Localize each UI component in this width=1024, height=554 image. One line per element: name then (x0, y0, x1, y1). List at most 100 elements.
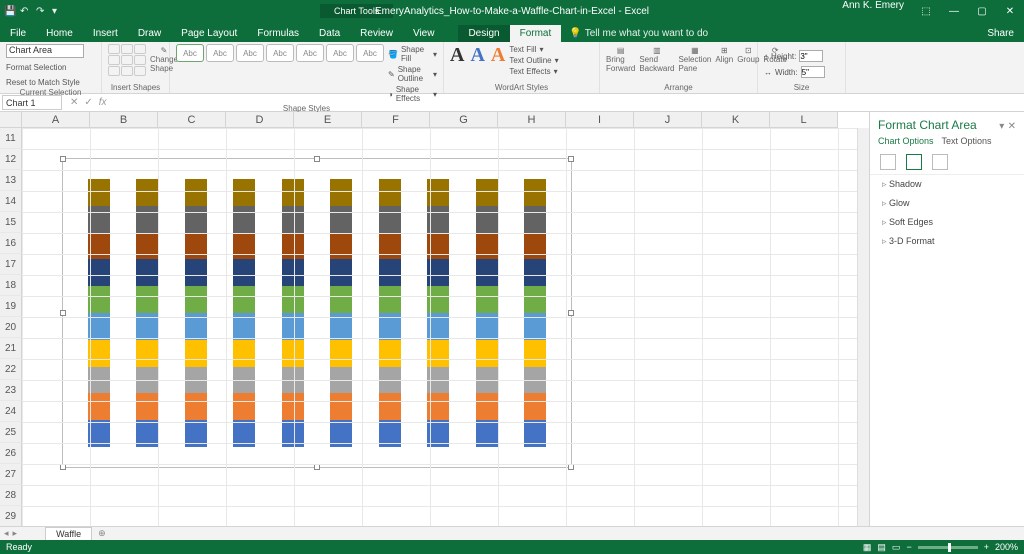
column-headers[interactable]: ABCDEFGHIJKL (22, 112, 838, 128)
chart-options-tab[interactable]: Chart Options (878, 136, 934, 146)
height-input[interactable] (799, 50, 823, 62)
section-3d-format[interactable]: 3-D Format (870, 232, 1024, 251)
col-header-L[interactable]: L (770, 112, 838, 128)
row-header-27[interactable]: 27 (0, 464, 22, 485)
redo-icon[interactable]: ↷ (36, 6, 46, 16)
group-button[interactable]: ⊡Group (737, 44, 759, 64)
tab-review[interactable]: Review (350, 25, 403, 42)
row-header-28[interactable]: 28 (0, 485, 22, 506)
tab-page-layout[interactable]: Page Layout (171, 25, 247, 42)
section-glow[interactable]: Glow (870, 194, 1024, 213)
wordart-style-3[interactable]: A (491, 44, 505, 67)
col-header-J[interactable]: J (634, 112, 702, 128)
row-header-15[interactable]: 15 (0, 212, 22, 233)
section-soft-edges[interactable]: Soft Edges (870, 213, 1024, 232)
view-page-break-icon[interactable]: ▭ (892, 542, 901, 553)
fx-icon[interactable]: fx (99, 97, 107, 108)
effects-tab-icon[interactable] (906, 154, 922, 170)
row-header-13[interactable]: 13 (0, 170, 22, 191)
shape-style-7[interactable]: Abc (356, 44, 384, 62)
row-headers[interactable]: 11121314151617181920212223242526272829 (0, 128, 22, 526)
tab-insert[interactable]: Insert (83, 25, 128, 42)
text-outline-button[interactable]: Text Outline ▾ (509, 55, 558, 66)
zoom-in-button[interactable]: + (984, 542, 989, 552)
row-header-14[interactable]: 14 (0, 191, 22, 212)
section-shadow[interactable]: Shadow (870, 175, 1024, 194)
fill-line-icon[interactable] (880, 154, 896, 170)
bar-column[interactable] (476, 179, 498, 447)
user-name[interactable]: Ann K. Emery (834, 0, 912, 22)
selection-pane-button[interactable]: ▦Selection Pane (678, 44, 711, 73)
col-header-H[interactable]: H (498, 112, 566, 128)
qat-more-icon[interactable]: ▾ (52, 6, 62, 16)
align-button[interactable]: ⊞Align (715, 44, 733, 64)
shape-fill-button[interactable]: 🪣Shape Fill ▾ (388, 44, 437, 64)
zoom-out-button[interactable]: − (906, 542, 911, 552)
sheet-tab-waffle[interactable]: Waffle (45, 527, 92, 541)
tab-file[interactable]: File (0, 25, 36, 42)
shape-outline-button[interactable]: ✎Shape Outline ▾ (388, 64, 437, 84)
row-header-22[interactable]: 22 (0, 359, 22, 380)
enter-formula-icon[interactable]: ✓ (84, 97, 92, 108)
tab-nav-prev-icon[interactable]: ◂ (0, 528, 13, 539)
cancel-formula-icon[interactable]: ✕ (70, 97, 78, 108)
col-header-F[interactable]: F (362, 112, 430, 128)
zoom-slider[interactable] (918, 546, 978, 549)
maximize-button[interactable]: ▢ (968, 0, 996, 22)
row-header-12[interactable]: 12 (0, 149, 22, 170)
minimize-button[interactable]: — (940, 0, 968, 22)
text-options-tab[interactable]: Text Options (942, 136, 992, 146)
col-header-G[interactable]: G (430, 112, 498, 128)
formula-input[interactable] (113, 95, 1024, 110)
view-normal-icon[interactable]: ▦ (863, 542, 872, 553)
tab-view[interactable]: View (403, 25, 445, 42)
shape-style-1[interactable]: Abc (176, 44, 204, 62)
col-header-C[interactable]: C (158, 112, 226, 128)
new-sheet-button[interactable]: ⊕ (92, 528, 112, 539)
tab-draw[interactable]: Draw (128, 25, 171, 42)
share-button[interactable]: Share (977, 25, 1024, 42)
select-all-corner[interactable] (0, 112, 22, 128)
tab-design[interactable]: Design (458, 25, 509, 42)
bar-column[interactable] (330, 179, 352, 447)
size-props-icon[interactable] (932, 154, 948, 170)
ribbon-options-icon[interactable]: ⬚ (912, 0, 940, 22)
tab-nav-next-icon[interactable]: ▸ (13, 528, 18, 539)
text-fill-button[interactable]: Text Fill ▾ (509, 44, 558, 55)
insert-shapes-gallery[interactable] (108, 44, 146, 76)
col-header-E[interactable]: E (294, 112, 362, 128)
row-header-26[interactable]: 26 (0, 443, 22, 464)
send-backward-button[interactable]: ▥Send Backward (639, 44, 674, 73)
row-header-29[interactable]: 29 (0, 506, 22, 526)
bar-column[interactable] (233, 179, 255, 447)
wordart-gallery[interactable]: A A A (450, 44, 505, 67)
col-header-K[interactable]: K (702, 112, 770, 128)
bar-column[interactable] (136, 179, 158, 447)
row-header-21[interactable]: 21 (0, 338, 22, 359)
chart-element-selector[interactable]: Chart Area (6, 44, 84, 58)
row-header-17[interactable]: 17 (0, 254, 22, 275)
shape-style-4[interactable]: Abc (266, 44, 294, 62)
bar-column[interactable] (185, 179, 207, 447)
bar-column[interactable] (88, 179, 110, 447)
close-button[interactable]: ✕ (996, 0, 1024, 22)
shape-styles-gallery[interactable]: Abc Abc Abc Abc Abc Abc Abc (176, 44, 384, 62)
col-header-D[interactable]: D (226, 112, 294, 128)
row-header-19[interactable]: 19 (0, 296, 22, 317)
tab-formulas[interactable]: Formulas (247, 25, 309, 42)
bar-column[interactable] (379, 179, 401, 447)
view-page-layout-icon[interactable]: ▤ (877, 542, 886, 553)
shape-style-6[interactable]: Abc (326, 44, 354, 62)
row-header-23[interactable]: 23 (0, 380, 22, 401)
wordart-style-2[interactable]: A (470, 44, 484, 67)
format-selection-button[interactable]: Format Selection (6, 62, 66, 73)
name-box[interactable]: Chart 1 (2, 95, 62, 110)
row-header-16[interactable]: 16 (0, 233, 22, 254)
col-header-A[interactable]: A (22, 112, 90, 128)
col-header-I[interactable]: I (566, 112, 634, 128)
vertical-scrollbar[interactable] (857, 128, 869, 526)
shape-style-2[interactable]: Abc (206, 44, 234, 62)
tab-home[interactable]: Home (36, 25, 83, 42)
save-icon[interactable]: 💾 (4, 6, 14, 16)
wordart-style-1[interactable]: A (450, 44, 464, 67)
